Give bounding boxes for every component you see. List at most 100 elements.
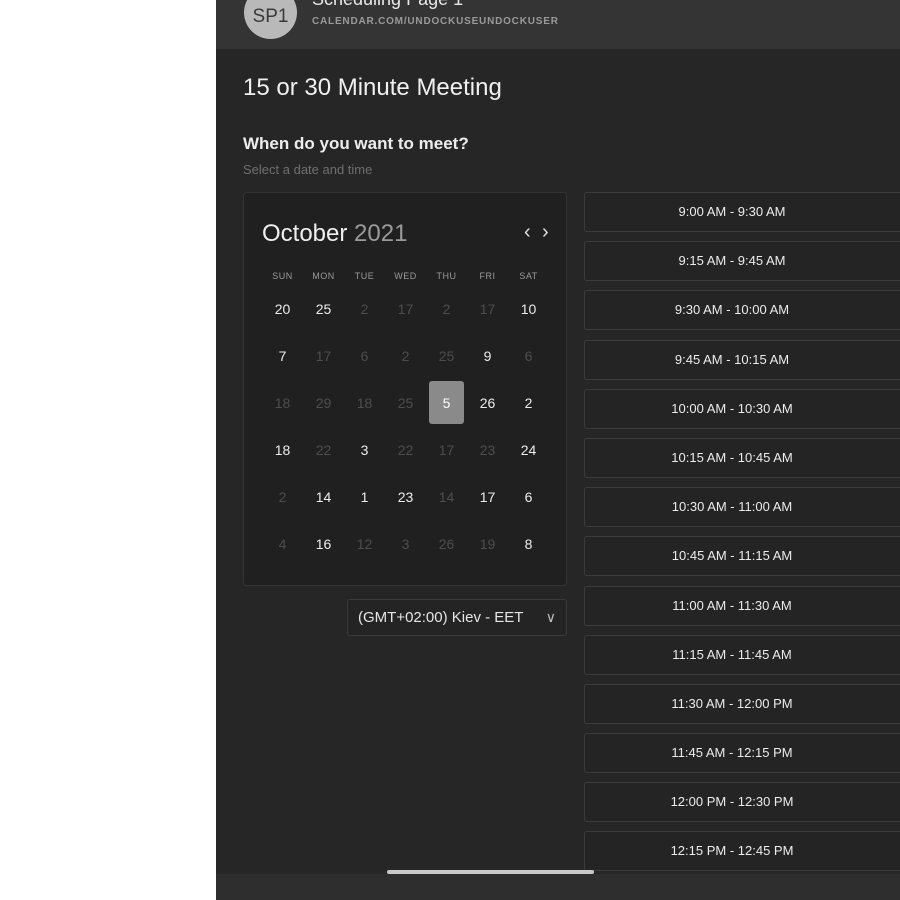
weekday-header: SUN MON TUE WED THU FRI SAT	[262, 271, 549, 281]
calendar-day-number: 29	[315, 394, 332, 411]
calendar-day: 22	[303, 426, 344, 473]
calendar-day-number: 2	[524, 394, 533, 411]
timezone-select[interactable]: (GMT+02:00) Kiev - EET ∨	[347, 599, 567, 636]
calendar-day-number: 6	[524, 488, 533, 505]
calendar-day: 2	[426, 285, 467, 332]
calendar-day: 17	[426, 426, 467, 473]
calendar-day: 17	[467, 285, 508, 332]
calendar-year: 2021	[354, 220, 408, 247]
calendar-month: October	[262, 220, 348, 247]
scheduling-page-url[interactable]: CALENDAR.COM/UNDOCKUSEUNDOCKUSER	[312, 16, 559, 27]
calendar-day-number: 1	[360, 488, 369, 505]
calendar-day-number: 17	[397, 300, 414, 317]
time-slot-button[interactable]: 10:00 AM - 10:30 AM	[584, 388, 900, 429]
avatar: SP1	[244, 0, 297, 39]
calendar-day: 4	[262, 520, 303, 567]
calendar-day-number: 3	[360, 441, 369, 458]
weekday-label: SUN	[272, 271, 293, 281]
time-slot-button[interactable]: 9:00 AM - 9:30 AM	[584, 192, 900, 232]
calendar-day[interactable]: 7	[262, 332, 303, 379]
bottom-bar	[216, 874, 900, 900]
time-slot-button[interactable]: 12:00 PM - 12:30 PM	[584, 782, 900, 823]
time-slot-button[interactable]: 9:15 AM - 9:45 AM	[584, 241, 900, 282]
calendar-day: 25	[385, 379, 426, 426]
calendar-day-number: 24	[520, 441, 537, 458]
calendar-day: 17	[303, 332, 344, 379]
calendar-day[interactable]: 24	[508, 426, 549, 473]
calendar-day: 6	[344, 332, 385, 379]
calendar-day-number: 12	[356, 535, 373, 552]
time-slot-button[interactable]: 10:45 AM - 11:15 AM	[584, 536, 900, 577]
calendar-day-number: 2	[360, 300, 369, 317]
calendar-day-number: 18	[356, 394, 373, 411]
time-slot-button[interactable]: 9:45 AM - 10:15 AM	[584, 339, 900, 380]
time-slot-button[interactable]: 11:45 AM - 12:15 PM	[584, 733, 900, 774]
calendar-day-number: 16	[315, 535, 332, 552]
calendar-day-number: 10	[520, 300, 537, 317]
day-grid: 20 25 2 17 2 17 10 7 17 6 2 25 9 6 18 29 18 25 5 26 2 18 22 3 22…	[262, 285, 549, 567]
calendar-day: 26	[426, 520, 467, 567]
time-slot-button[interactable]: 10:15 AM - 10:45 AM	[584, 437, 900, 478]
calendar-day-number: 26	[479, 394, 496, 411]
scheduling-panel: SP1 Scheduling Page 1 CALENDAR.COM/UNDOC…	[216, 0, 900, 900]
time-slot-button[interactable]: 11:00 AM - 11:30 AM	[584, 585, 900, 626]
calendar-day: 25	[426, 332, 467, 379]
calendar-day-number: 3	[401, 535, 410, 552]
calendar-day-number: 23	[397, 488, 414, 505]
calendar-day: 14	[426, 473, 467, 520]
calendar-day[interactable]: 26	[467, 379, 508, 426]
calendar-day: 2	[262, 473, 303, 520]
calendar-day[interactable]: 14	[303, 473, 344, 520]
calendar-day-number: 18	[274, 441, 291, 458]
calendar-day-number: 8	[524, 535, 533, 552]
calendar-day-number: 5	[429, 381, 464, 424]
calendar-day[interactable]: 23	[385, 473, 426, 520]
calendar-day[interactable]: 16	[303, 520, 344, 567]
scheduling-page-name: Scheduling Page 1	[312, 0, 463, 10]
calendar-day[interactable]: 8	[508, 520, 549, 567]
meeting-title: 15 or 30 Minute Meeting	[243, 74, 502, 101]
calendar-day-selected[interactable]: 5	[426, 379, 467, 426]
timezone-label: (GMT+02:00) Kiev - EET	[358, 609, 524, 626]
calendar-day-number: 9	[483, 347, 492, 364]
calendar-day[interactable]: 20	[262, 285, 303, 332]
calendar-day-number: 22	[315, 441, 332, 458]
calendar-day[interactable]: 17	[467, 473, 508, 520]
chevron-down-icon: ∨	[545, 609, 556, 625]
calendar-day-number: 2	[278, 488, 287, 505]
calendar-day-number: 17	[479, 488, 496, 505]
calendar-day: 2	[385, 332, 426, 379]
time-slot-button[interactable]: 11:30 AM - 12:00 PM	[584, 683, 900, 724]
calendar-day: 18	[344, 379, 385, 426]
calendar-day-number: 6	[360, 347, 369, 364]
time-slot-list: 9:00 AM - 9:30 AM 9:15 AM - 9:45 AM 9:30 A…	[584, 192, 900, 881]
calendar-day[interactable]: 9	[467, 332, 508, 379]
calendar-month-year: October 2021	[262, 220, 407, 248]
calendar-day: 6	[508, 332, 549, 379]
calendar-day[interactable]: 3	[344, 426, 385, 473]
calendar-day[interactable]: 10	[508, 285, 549, 332]
calendar-day[interactable]: 6	[508, 473, 549, 520]
calendar-day-number: 2	[442, 300, 451, 317]
time-slot-button[interactable]: 9:30 AM - 10:00 AM	[584, 290, 900, 331]
calendar-day-number: 14	[438, 488, 455, 505]
time-slot-button[interactable]: 11:15 AM - 11:45 AM	[584, 634, 900, 675]
calendar-day: 3	[385, 520, 426, 567]
section-heading: When do you want to meet?	[243, 134, 469, 153]
calendar-day[interactable]: 18	[262, 426, 303, 473]
chevron-right-icon[interactable]: ›	[542, 221, 549, 244]
avatar-initials: SP1	[252, 6, 289, 27]
calendar-day-number: 19	[479, 535, 496, 552]
chevron-left-icon[interactable]: ‹	[524, 221, 531, 244]
calendar-day-number: 17	[438, 441, 455, 458]
section-hint: Select a date and time	[243, 162, 373, 177]
calendar-day[interactable]: 2	[508, 379, 549, 426]
calendar-day: 22	[385, 426, 426, 473]
calendar-day-number: 26	[438, 535, 455, 552]
calendar-day[interactable]: 1	[344, 473, 385, 520]
time-slot-button[interactable]: 12:15 PM - 12:45 PM	[584, 831, 900, 872]
calendar-day[interactable]: 25	[303, 285, 344, 332]
date-picker: October 2021 ‹ › SUN MON TUE WED THU FRI SAT 2…	[243, 192, 567, 586]
weekday-label: MON	[312, 271, 335, 281]
time-slot-button[interactable]: 10:30 AM - 11:00 AM	[584, 487, 900, 528]
